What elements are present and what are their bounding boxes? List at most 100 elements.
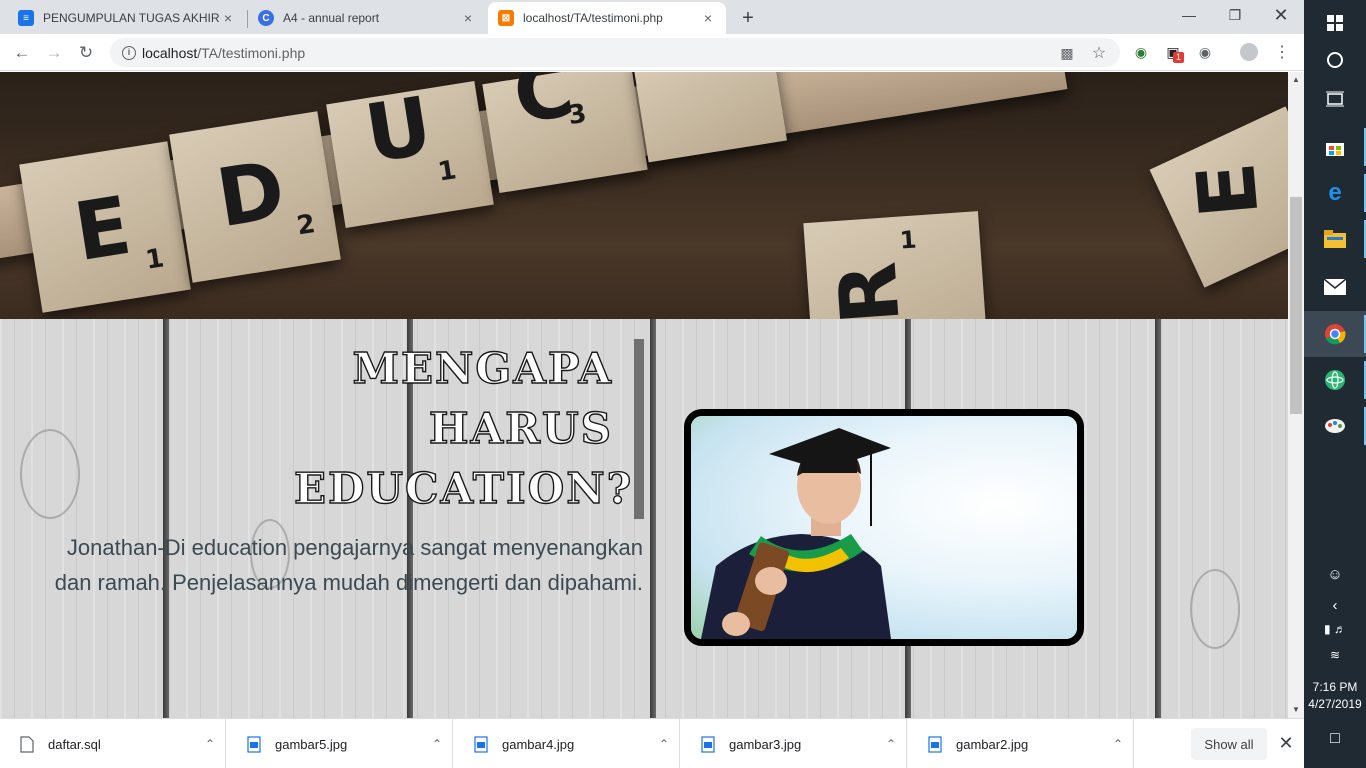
clock-time[interactable]: 7:16 PM: [1304, 680, 1366, 694]
file-explorer-icon[interactable]: [1304, 216, 1366, 262]
new-tab-button[interactable]: +: [735, 5, 761, 31]
url-path: /TA/testimoni.php: [197, 44, 306, 61]
section-heading-line-3: EDUCATION?: [293, 463, 634, 513]
scrabble-tile: U 1: [326, 79, 494, 228]
tab-title: localhost/TA/testimoni.php: [523, 11, 663, 25]
info-icon[interactable]: i: [122, 45, 136, 60]
section-heading-line-1: MENGAPA: [352, 343, 613, 393]
plank-gap: [1155, 319, 1161, 718]
tab-title: PENGUMPULAN TUGAS AKHIR W: [43, 11, 220, 25]
minimize-button[interactable]: —: [1166, 0, 1212, 30]
graduation-photo: [691, 416, 1077, 639]
wifi-icon[interactable]: ≋: [1304, 648, 1366, 662]
menu-kebab-icon[interactable]: ⋮: [1273, 43, 1291, 61]
people-icon[interactable]: ☺: [1304, 566, 1366, 583]
scrollbar-thumb[interactable]: [1290, 197, 1302, 414]
bookmark-star-icon[interactable]: ☆: [1090, 44, 1108, 62]
download-item[interactable]: daftar.sql ⌃: [0, 719, 226, 768]
store-icon[interactable]: [1304, 124, 1366, 170]
extension-icon[interactable]: ▣ 1: [1164, 43, 1184, 63]
clock-date[interactable]: 4/27/2019: [1304, 697, 1366, 711]
image-file-icon: [247, 735, 261, 753]
address-bar[interactable]: i localhost/TA/testimoni.php ▩ ☆: [110, 38, 1120, 67]
page-viewport: E 1 D 2 U 1 C 3 R 1 E MENGAPA HARUS EDUC…: [0, 72, 1288, 718]
download-filename: daftar.sql: [48, 736, 101, 752]
show-all-button[interactable]: Show all: [1191, 728, 1267, 760]
close-tab-icon[interactable]: ×: [460, 10, 476, 26]
close-tab-icon[interactable]: ×: [220, 10, 236, 26]
scrabble-tile: R 1: [803, 211, 988, 319]
action-center-icon[interactable]: □: [1304, 730, 1366, 748]
wood-knot: [20, 429, 80, 519]
reload-button[interactable]: ↻: [73, 40, 99, 66]
download-item[interactable]: gambar5.jpg ⌃: [227, 719, 453, 768]
scroll-up-arrow[interactable]: ▲: [1288, 72, 1304, 88]
back-button[interactable]: ←: [9, 40, 35, 66]
task-view-icon[interactable]: [1304, 76, 1366, 122]
scrabble-tile: D 2: [169, 111, 341, 283]
chevron-up-icon[interactable]: ⌃: [1103, 737, 1133, 751]
wood-background: [0, 319, 1288, 718]
edge-browser-icon[interactable]: e: [1304, 170, 1366, 216]
tab-strip: ≡ PENGUMPULAN TUGAS AKHIR W × C A4 - ann…: [0, 0, 1304, 34]
testimonial-text: Jonathan-Di education pengajarnya sangat…: [0, 530, 643, 600]
download-shelf: daftar.sql ⌃ gambar5.jpg ⌃ gambar4.jpg ⌃…: [0, 718, 1304, 768]
scrabble-tile: E 1: [19, 141, 191, 313]
download-item[interactable]: gambar4.jpg ⌃: [454, 719, 680, 768]
battery-volume-icon[interactable]: ▮ ♬: [1304, 622, 1366, 636]
canva-icon: C: [258, 10, 274, 26]
browser-toolbar: ← → ↻ i localhost/TA/testimoni.php ▩ ☆ ◉…: [0, 34, 1304, 71]
download-filename: gambar4.jpg: [502, 736, 575, 752]
extension-badge: 1: [1173, 52, 1184, 63]
testimonial-line: dan ramah. Penjelasannya mudah dimengert…: [54, 570, 643, 595]
wood-knot: [1190, 569, 1240, 649]
mail-icon[interactable]: [1304, 264, 1366, 310]
tab-testimoni[interactable]: ⊠ localhost/TA/testimoni.php ×: [488, 2, 726, 34]
plank-gap: [163, 319, 169, 718]
chevron-up-icon[interactable]: ⌃: [649, 737, 679, 751]
scrabble-tile: E: [1149, 106, 1288, 288]
chevron-up-icon[interactable]: ⌃: [195, 737, 225, 751]
atom-editor-icon[interactable]: [1304, 357, 1366, 403]
camera-icon[interactable]: ◉: [1196, 43, 1214, 61]
chevron-left-icon[interactable]: ‹: [1304, 597, 1366, 614]
tab-pengumpulan[interactable]: ≡ PENGUMPULAN TUGAS AKHIR W ×: [8, 2, 246, 34]
paint-icon[interactable]: [1304, 403, 1366, 449]
windows-taskbar: e ☺ ‹ ▮ ♬ ≋ 7:16 PM 4/27/2019 □: [1304, 0, 1366, 768]
forward-button[interactable]: →: [41, 40, 67, 66]
google-forms-icon: ≡: [18, 10, 34, 26]
image-file-icon: [474, 735, 488, 753]
image-file-icon: [701, 735, 715, 753]
page-scrollbar[interactable]: ▲ ▼: [1288, 72, 1304, 718]
download-filename: gambar3.jpg: [729, 736, 802, 752]
chevron-up-icon[interactable]: ⌃: [422, 737, 452, 751]
section-heading-line-2: HARUS: [428, 403, 613, 453]
download-item[interactable]: gambar3.jpg ⌃: [681, 719, 907, 768]
image-file-icon: [928, 735, 942, 753]
restore-button[interactable]: ❐: [1212, 0, 1258, 30]
url-host: localhost: [142, 44, 198, 61]
heading-accent-bar: [634, 339, 644, 519]
translate-icon[interactable]: ▩: [1058, 44, 1076, 62]
xampp-icon: ⊠: [498, 10, 514, 26]
profile-avatar[interactable]: [1240, 43, 1258, 61]
tab-annual-report[interactable]: C A4 - annual report ×: [248, 2, 486, 34]
scroll-down-arrow[interactable]: ▼: [1288, 702, 1304, 718]
file-icon: [20, 735, 34, 753]
testimonial-line: Jonathan-Di education pengajarnya sangat…: [66, 535, 643, 560]
chrome-icon[interactable]: [1304, 311, 1366, 357]
close-tab-icon[interactable]: ×: [700, 10, 716, 26]
tab-title: A4 - annual report: [283, 11, 380, 25]
scrabble-tile: C 3: [482, 72, 648, 194]
scrabble-tile: [633, 72, 787, 163]
download-filename: gambar2.jpg: [956, 736, 1029, 752]
hero-banner: E 1 D 2 U 1 C 3 R 1 E: [0, 72, 1288, 319]
download-item[interactable]: gambar2.jpg ⌃: [908, 719, 1134, 768]
graduate-illustration: [701, 428, 891, 639]
graduation-photo-frame: [684, 409, 1084, 646]
chevron-up-icon[interactable]: ⌃: [876, 737, 906, 751]
download-filename: gambar5.jpg: [275, 736, 348, 752]
close-download-shelf-icon[interactable]: ✕: [1276, 733, 1296, 753]
close-window-button[interactable]: ✕: [1258, 0, 1304, 30]
extension-globe-icon[interactable]: ◉: [1132, 43, 1150, 61]
